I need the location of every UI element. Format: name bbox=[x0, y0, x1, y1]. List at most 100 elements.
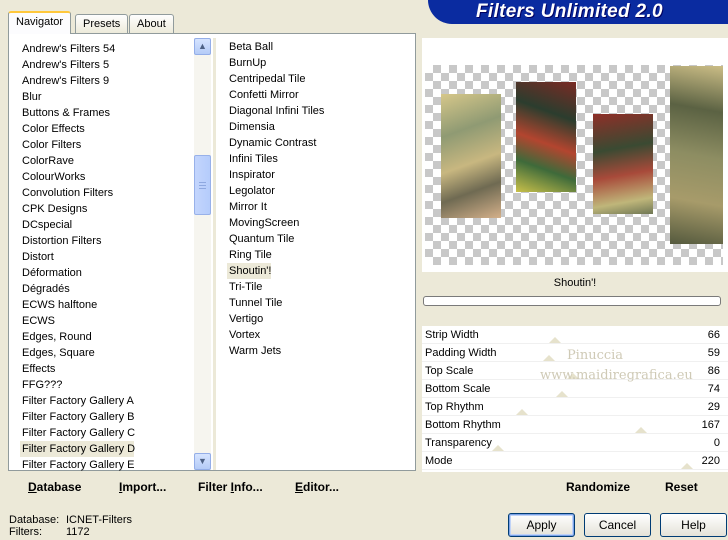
category-item[interactable]: Filter Factory Gallery D bbox=[20, 441, 135, 457]
parameter-slider[interactable]: Mode 220 bbox=[422, 452, 728, 470]
apply-button[interactable]: Apply bbox=[508, 513, 575, 537]
parameter-label: Mode bbox=[425, 455, 453, 467]
slider-marker[interactable] bbox=[555, 391, 568, 397]
filter-item[interactable]: Mirror It bbox=[227, 199, 407, 215]
category-item[interactable]: Color Filters bbox=[20, 137, 200, 153]
parameter-label: Top Scale bbox=[425, 365, 474, 377]
category-item[interactable]: Filter Factory Gallery B bbox=[20, 409, 200, 425]
parameter-slider[interactable]: Bottom Scale 74 bbox=[422, 380, 728, 398]
preview-strip bbox=[441, 94, 501, 218]
category-item[interactable]: ECWS bbox=[20, 313, 200, 329]
filter-item[interactable]: Shoutin'! bbox=[227, 263, 271, 279]
category-item[interactable]: Distortion Filters bbox=[20, 233, 200, 249]
category-item[interactable]: ColourWorks bbox=[20, 169, 200, 185]
filter-item[interactable]: Dynamic Contrast bbox=[227, 135, 407, 151]
parameter-label: Padding Width bbox=[425, 347, 497, 359]
filter-item[interactable]: Centripedal Tile bbox=[227, 71, 407, 87]
scroll-thumb[interactable] bbox=[194, 155, 211, 215]
scroll-up-button[interactable]: ▲ bbox=[194, 38, 211, 55]
category-item[interactable]: Dégradés bbox=[20, 281, 200, 297]
filter-item[interactable]: Vertigo bbox=[227, 311, 407, 327]
help-button[interactable]: Help bbox=[660, 513, 727, 537]
parameter-slider[interactable]: Bottom Rhythm 167 bbox=[422, 416, 728, 434]
preview-area bbox=[422, 38, 728, 272]
parameter-label: Transparency bbox=[425, 437, 492, 449]
parameter-slider[interactable]: Padding Width 59 bbox=[422, 344, 728, 362]
slider-marker[interactable] bbox=[681, 463, 694, 469]
scroll-down-button[interactable]: ▼ bbox=[194, 453, 211, 470]
parameter-slider[interactable]: Strip Width 66 bbox=[422, 326, 728, 344]
category-item[interactable]: ColorRave bbox=[20, 153, 200, 169]
filter-item[interactable]: Quantum Tile bbox=[227, 231, 407, 247]
grip-line bbox=[199, 188, 206, 189]
category-item[interactable]: Andrew's Filters 54 bbox=[20, 41, 200, 57]
slider-marker[interactable] bbox=[542, 355, 555, 361]
category-item[interactable]: Edges, Round bbox=[20, 329, 200, 345]
tab-about[interactable]: About bbox=[129, 14, 174, 34]
filter-item[interactable]: Tri-Tile bbox=[227, 279, 407, 295]
list-divider bbox=[213, 38, 216, 470]
reset-button[interactable]: Reset bbox=[665, 480, 698, 494]
category-item[interactable]: Filter Factory Gallery C bbox=[20, 425, 200, 441]
filter-item[interactable]: Legolator bbox=[227, 183, 407, 199]
category-item[interactable]: Blur bbox=[20, 89, 200, 105]
slider-marker[interactable] bbox=[492, 445, 504, 451]
filter-item[interactable]: Tunnel Tile bbox=[227, 295, 407, 311]
slider-marker[interactable] bbox=[549, 337, 562, 343]
parameter-label: Top Rhythm bbox=[425, 401, 484, 413]
filter-item[interactable]: Warm Jets bbox=[227, 343, 407, 359]
parameter-value: 86 bbox=[707, 365, 720, 377]
category-item[interactable]: Buttons & Frames bbox=[20, 105, 200, 121]
database-button[interactable]: Database bbox=[28, 480, 81, 494]
filter-item[interactable]: Vortex bbox=[227, 327, 407, 343]
parameter-label: Bottom Rhythm bbox=[425, 419, 501, 431]
tab-presets[interactable]: Presets bbox=[75, 14, 129, 34]
filter-item[interactable]: BurnUp bbox=[227, 55, 407, 71]
category-item[interactable]: Color Effects bbox=[20, 121, 200, 137]
parameter-slider[interactable]: Top Rhythm 29 bbox=[422, 398, 728, 416]
database-info: Database: ICNET-Filters Filters: 1172 bbox=[9, 514, 132, 538]
parameter-slider[interactable]: Top Scale 86 bbox=[422, 362, 728, 380]
category-item[interactable]: Andrew's Filters 9 bbox=[20, 73, 200, 89]
parameter-label: Bottom Scale bbox=[425, 383, 491, 395]
parameter-label: Strip Width bbox=[425, 329, 479, 341]
category-item[interactable]: Effects bbox=[20, 361, 200, 377]
category-scrollbar[interactable]: ▲ ▼ bbox=[194, 38, 211, 470]
filter-item[interactable]: MovingScreen bbox=[227, 215, 407, 231]
category-item[interactable]: Filter Factory Gallery E bbox=[20, 457, 200, 473]
app-banner: Filters Unlimited 2.0 bbox=[428, 0, 728, 24]
filter-item[interactable]: Diagonal Infini Tiles bbox=[227, 103, 407, 119]
preview-strip bbox=[516, 82, 576, 192]
category-item[interactable]: FFG??? bbox=[20, 377, 200, 393]
slider-marker[interactable] bbox=[635, 427, 647, 433]
filter-info-button[interactable]: Filter Info... bbox=[198, 480, 263, 494]
category-item[interactable]: Edges, Square bbox=[20, 345, 200, 361]
parameter-button-bar: Randomize Reset bbox=[422, 472, 728, 500]
slider-marker[interactable] bbox=[566, 373, 579, 379]
editor-button[interactable]: Editor... bbox=[295, 480, 339, 494]
parameter-list: Strip Width 66 Padding Width 59 Top Scale 86 B… bbox=[422, 326, 728, 472]
randomize-button[interactable]: Randomize bbox=[566, 480, 630, 494]
category-item[interactable]: Déformation bbox=[20, 265, 200, 281]
filter-item[interactable]: Ring Tile bbox=[227, 247, 407, 263]
category-item[interactable]: Distort bbox=[20, 249, 200, 265]
category-item[interactable]: Convolution Filters bbox=[20, 185, 200, 201]
category-item[interactable]: ECWS halftone bbox=[20, 297, 200, 313]
parameter-slider[interactable]: Transparency 0 bbox=[422, 434, 728, 452]
tab-navigator[interactable]: Navigator bbox=[8, 11, 72, 34]
category-item[interactable]: Filter Factory Gallery A bbox=[20, 393, 200, 409]
slider-marker[interactable] bbox=[516, 409, 529, 415]
import-button[interactable]: Import... bbox=[119, 480, 166, 494]
cancel-button[interactable]: Cancel bbox=[584, 513, 651, 537]
filter-item[interactable]: Confetti Mirror bbox=[227, 87, 407, 103]
filter-item[interactable]: Infini Tiles bbox=[227, 151, 407, 167]
filter-item[interactable]: Inspirator bbox=[227, 167, 407, 183]
filter-item[interactable]: Dimensia bbox=[227, 119, 407, 135]
category-item[interactable]: CPK Designs bbox=[20, 201, 200, 217]
filter-list: Beta Ball BurnUp Centripedal Tile Confetti … bbox=[227, 39, 407, 359]
list-button-bar: Database Import... Filter Info... Editor… bbox=[8, 472, 416, 500]
preview-strip bbox=[593, 114, 653, 214]
category-item[interactable]: Andrew's Filters 5 bbox=[20, 57, 200, 73]
category-item[interactable]: DCspecial bbox=[20, 217, 200, 233]
filter-item[interactable]: Beta Ball bbox=[227, 39, 407, 55]
